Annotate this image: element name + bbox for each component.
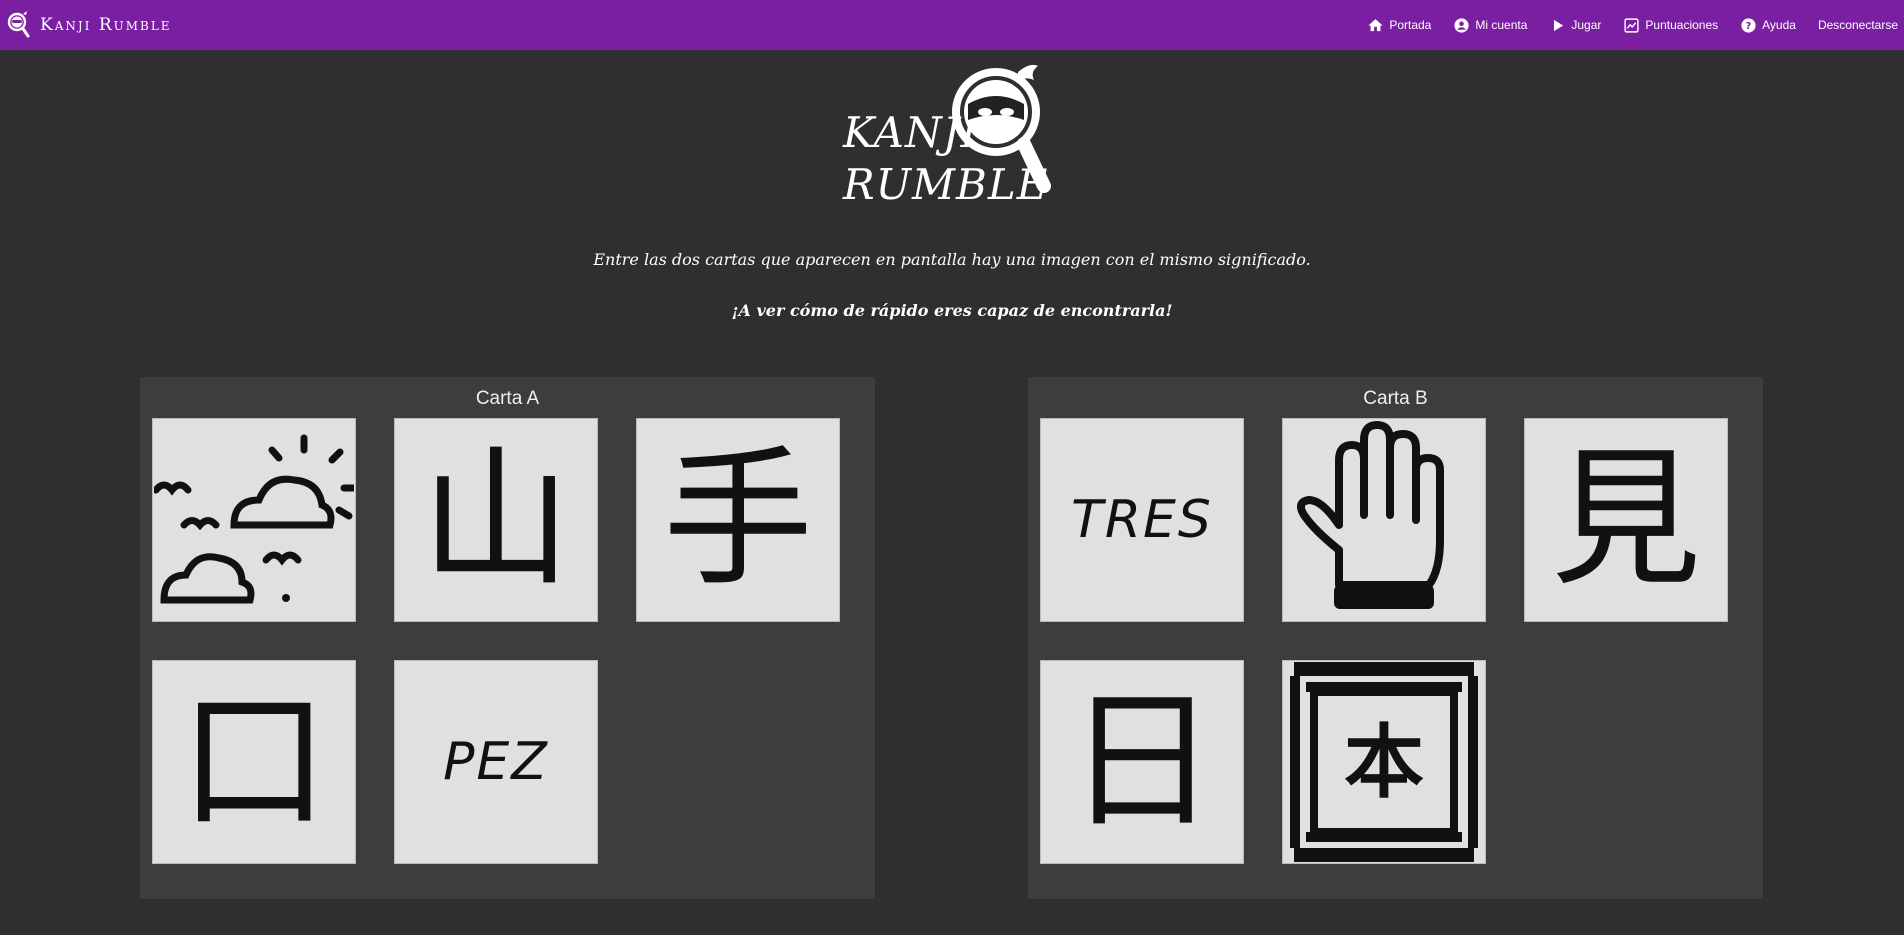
- card-kanji-text: 山: [420, 433, 571, 607]
- home-icon: [1368, 18, 1383, 31]
- card-title-b: Carta B: [1363, 388, 1428, 409]
- nav-item-label: Desconectarse: [1817, 18, 1898, 32]
- card-b-item-kanji-see[interactable]: 見: [1524, 418, 1728, 622]
- card-word-text: PEZ: [443, 732, 549, 792]
- card-panel-b: Carta B TRES 見 日 本: [1028, 377, 1763, 899]
- game-description: Entre las dos cartas que aparecen en pan…: [593, 250, 1311, 269]
- game-challenge: ¡A ver cómo de rápido eres capaz de enco…: [731, 301, 1173, 320]
- card-title-a: Carta A: [475, 388, 540, 409]
- navbar: Kanji Rumble Portada Mi cuenta Jugar Pun…: [0, 0, 1904, 50]
- book-scroll-icon: 本: [1290, 662, 1478, 862]
- card-a-item-kanji-mountain[interactable]: 山: [394, 418, 598, 622]
- nav-item-label: Ayuda: [1762, 18, 1796, 32]
- sky-weather-icon: [154, 434, 354, 604]
- help-icon: ?: [1741, 17, 1756, 33]
- nav-item-portada[interactable]: Portada: [1367, 0, 1431, 50]
- scores-icon: [1624, 17, 1639, 33]
- nav-item-jugar[interactable]: Jugar: [1549, 0, 1601, 50]
- account-icon: [1454, 17, 1469, 33]
- ninja-magnifier-icon: [952, 64, 1051, 193]
- brand-title: Kanji Rumble: [40, 15, 172, 35]
- hand-icon: [1296, 421, 1444, 609]
- brand-link[interactable]: Kanji Rumble: [6, 0, 172, 50]
- play-icon: [1554, 19, 1564, 31]
- nav-menu: Portada Mi cuenta Jugar Puntuaciones ? A…: [1345, 0, 1904, 50]
- card-a-item-kanji-hand[interactable]: 手: [636, 418, 840, 622]
- ninja-magnifier-logo-icon: [7, 11, 30, 38]
- nav-item-mi-cuenta[interactable]: Mi cuenta: [1453, 0, 1527, 50]
- card-panel-a: Carta A 山 手 口 PEZ: [140, 377, 875, 899]
- nav-item-label: Jugar: [1571, 18, 1602, 32]
- nav-item-puntuaciones[interactable]: Puntuaciones: [1623, 0, 1718, 50]
- card-a-item-sky-weather[interactable]: [152, 418, 356, 622]
- nav-item-desconectarse[interactable]: Desconectarse: [1818, 0, 1898, 50]
- card-kanji-text: 日: [1066, 675, 1217, 849]
- card-b-item-kanji-sun[interactable]: 日: [1040, 660, 1244, 864]
- card-kanji-text: 口: [178, 675, 329, 849]
- card-b-item-word-tres[interactable]: TRES: [1040, 418, 1244, 622]
- nav-item-ayuda[interactable]: ? Ayuda: [1740, 0, 1796, 50]
- card-word-text: TRES: [1071, 490, 1213, 550]
- svg-text:?: ?: [1746, 21, 1752, 32]
- card-a-item-kanji-mouth[interactable]: 口: [152, 660, 356, 864]
- nav-item-label: Portada: [1389, 18, 1432, 32]
- card-a-item-word-pez[interactable]: PEZ: [394, 660, 598, 864]
- card-kanji-text: 手: [662, 433, 813, 607]
- card-b-item-book-scroll[interactable]: 本: [1282, 660, 1486, 864]
- nav-item-label: Mi cuenta: [1475, 18, 1528, 32]
- card-kanji-text: 見: [1550, 433, 1701, 607]
- hero-logo: KANJI RUMBLE: [843, 60, 1053, 210]
- nav-item-label: Puntuaciones: [1645, 18, 1719, 32]
- card-b-item-hand[interactable]: [1282, 418, 1486, 622]
- card-scroll-kanji-text: 本: [1344, 716, 1424, 809]
